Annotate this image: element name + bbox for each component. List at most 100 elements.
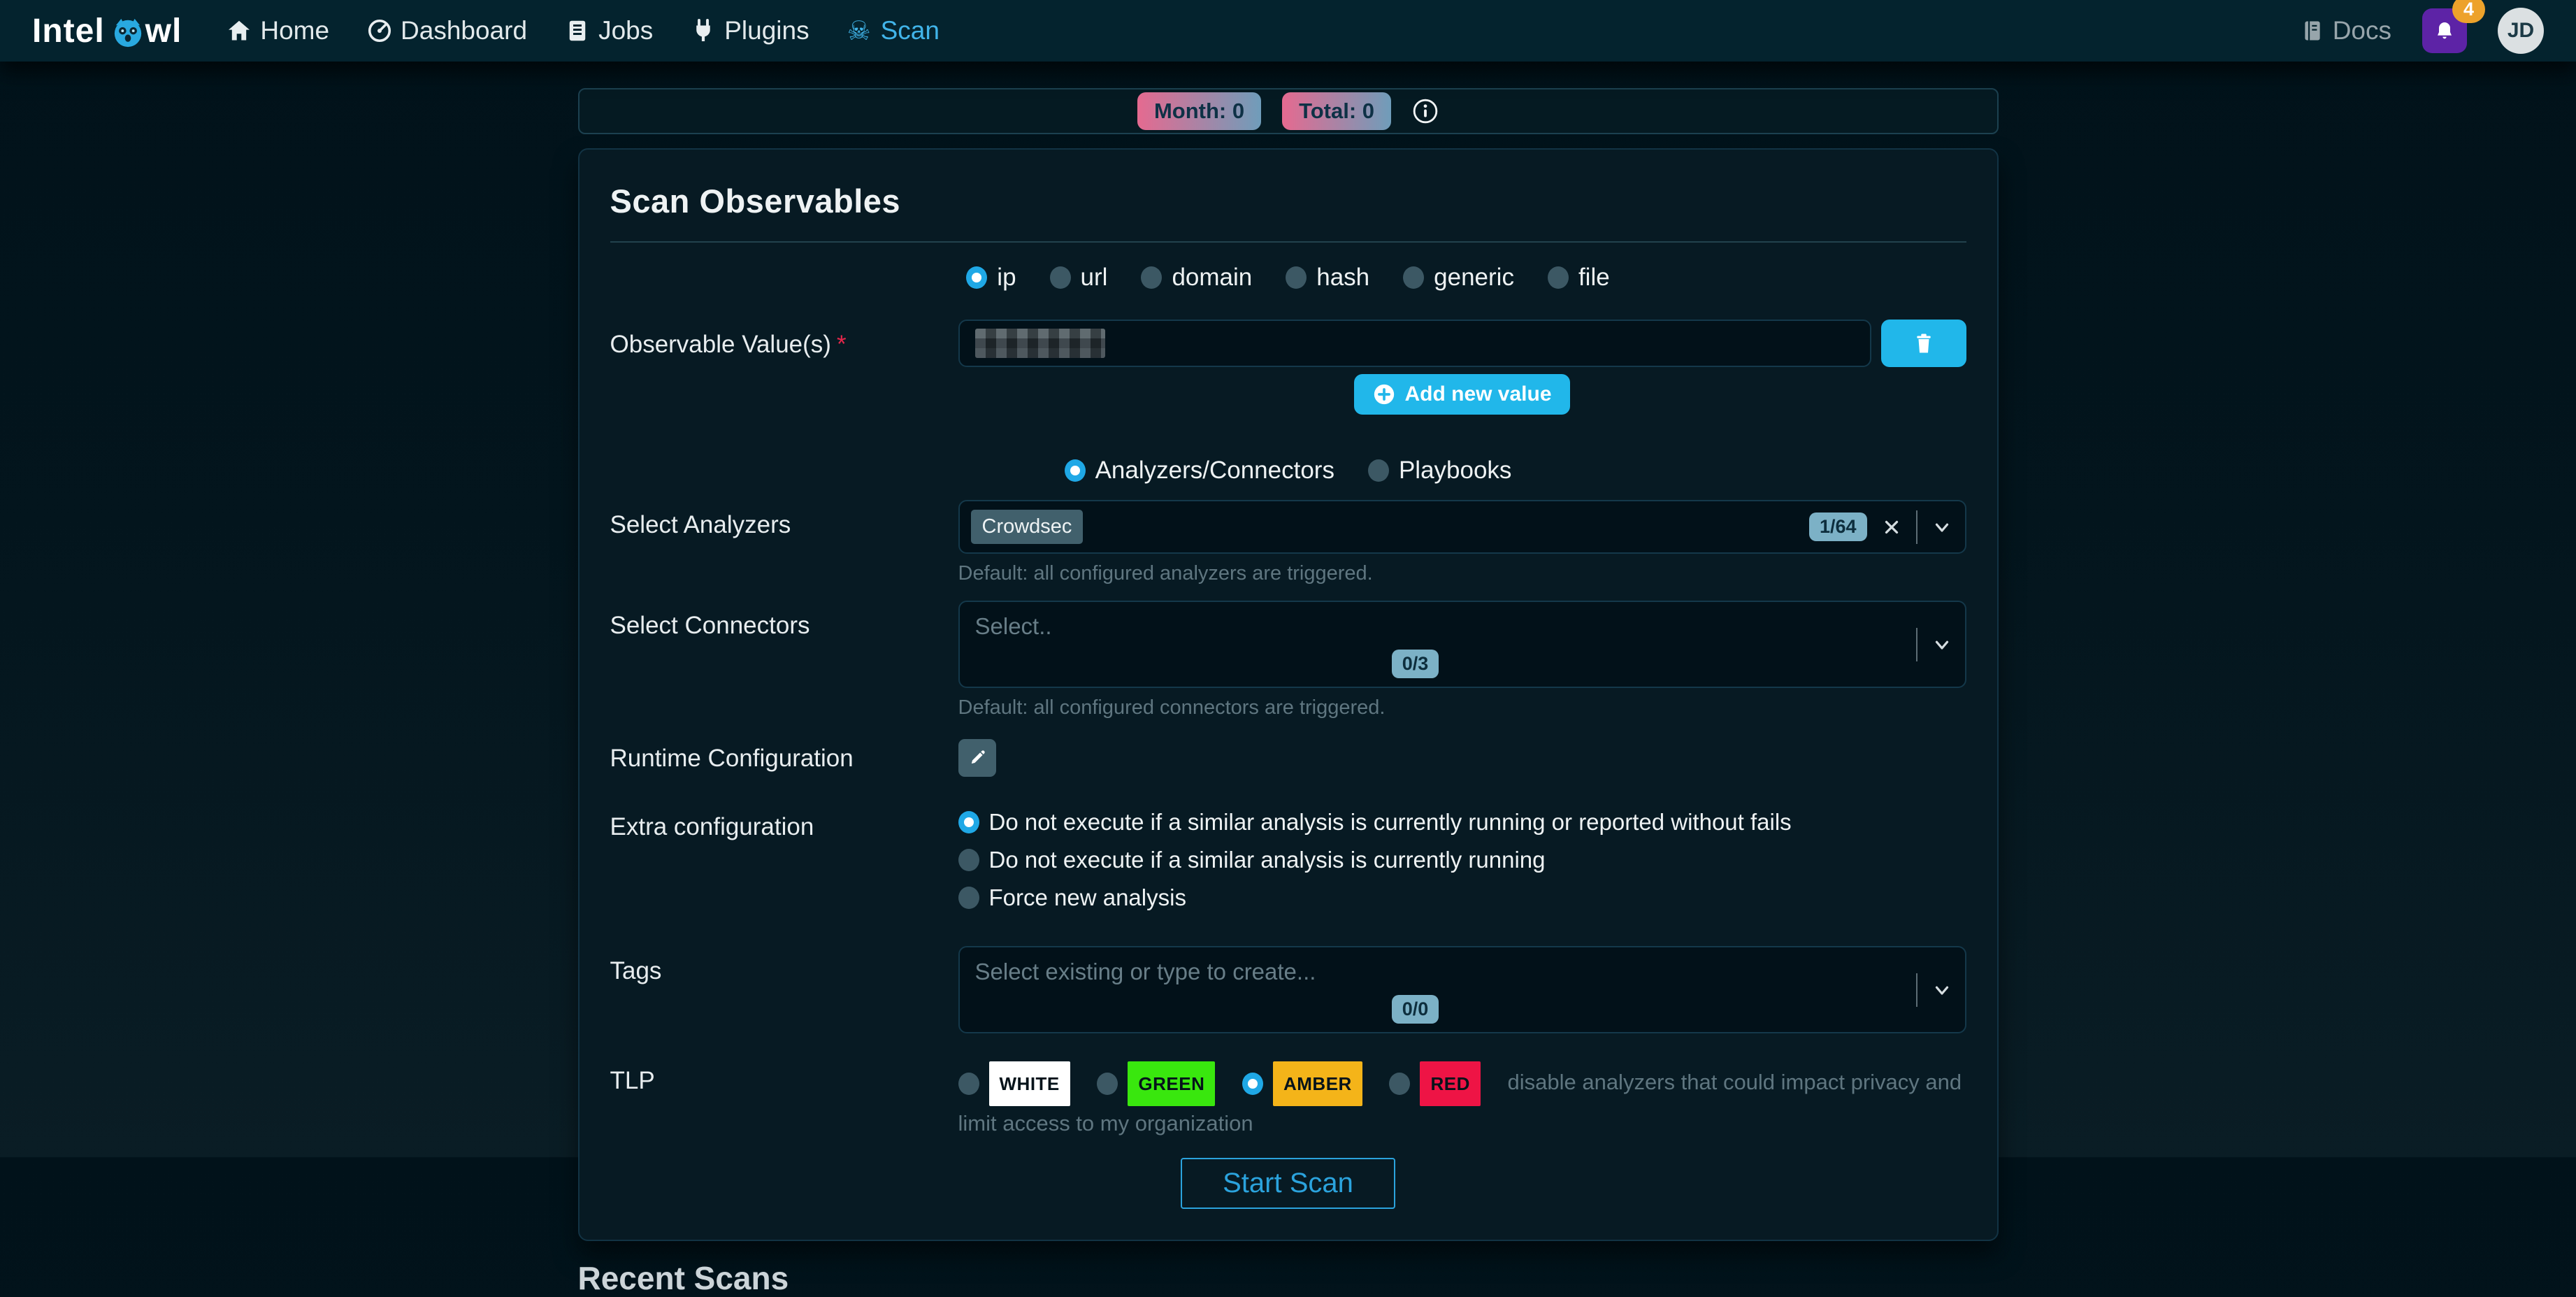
radio-type-hash[interactable]: hash xyxy=(1286,264,1369,292)
trash-icon xyxy=(1911,331,1936,356)
tags-multiselect[interactable]: Select existing or type to create... 0/0 xyxy=(958,946,1966,1033)
radio-type-file[interactable]: file xyxy=(1548,264,1610,292)
notifications-button[interactable]: 4 xyxy=(2422,8,2467,53)
add-new-value-label: Add new value xyxy=(1404,382,1551,406)
analyzers-helper-text: Default: all configured analyzers are tr… xyxy=(958,562,1966,585)
radio-no-exec-running[interactable]: Do not execute if a similar analysis is … xyxy=(958,847,1966,873)
nav-item-jobs[interactable]: Jobs xyxy=(565,16,653,45)
scan-observables-card: Scan Observables ip url domain hash xyxy=(578,148,1999,1241)
select-controls: 1/64 xyxy=(1809,501,1952,552)
nav-label: Plugins xyxy=(724,16,809,45)
nav-item-home[interactable]: Home xyxy=(226,16,329,45)
radio-dot xyxy=(966,266,987,289)
radio-dot xyxy=(1389,1073,1410,1095)
radio-dot xyxy=(1050,266,1071,289)
chevron-down-icon[interactable] xyxy=(1931,980,1952,1001)
radio-analyzers-connectors[interactable]: Analyzers/Connectors xyxy=(1065,457,1334,485)
tlp-option-white[interactable]: WHITE xyxy=(958,1061,1070,1106)
indicator-separator xyxy=(1916,973,1917,1007)
required-marker: * xyxy=(837,331,847,358)
nav-item-dashboard[interactable]: Dashboard xyxy=(367,16,527,45)
home-icon xyxy=(226,18,252,43)
radio-label: Playbooks xyxy=(1399,457,1511,485)
title-divider xyxy=(610,241,1966,243)
radio-playbooks[interactable]: Playbooks xyxy=(1368,457,1511,485)
radio-dot xyxy=(1403,266,1424,289)
runtime-configuration-label: Runtime Configuration xyxy=(610,733,958,773)
tags-count-badge: 0/0 xyxy=(1392,995,1439,1024)
radio-type-url[interactable]: url xyxy=(1050,264,1108,292)
tlp-option-amber[interactable]: AMBER xyxy=(1242,1061,1362,1106)
radio-label: Do not execute if a similar analysis is … xyxy=(989,809,1792,836)
radio-dot xyxy=(1368,459,1389,482)
remove-value-button[interactable] xyxy=(1881,320,1966,367)
selected-analyzer-chip: Crowdsec xyxy=(971,510,1084,544)
nav-label: Scan xyxy=(881,16,940,45)
radio-label: Do not execute if a similar analysis is … xyxy=(989,847,1546,873)
radio-label: generic xyxy=(1434,264,1514,292)
docs-icon xyxy=(2301,19,2324,43)
indicator-separator xyxy=(1916,628,1917,661)
jobs-quota-bar: Month: 0 Total: 0 xyxy=(578,88,1999,134)
radio-type-generic[interactable]: generic xyxy=(1403,264,1514,292)
add-new-value-button[interactable]: Add new value xyxy=(1354,374,1569,415)
extra-configuration-label: Extra configuration xyxy=(610,802,958,841)
connectors-count-badge: 0/3 xyxy=(1392,650,1439,678)
radio-force-new-analysis[interactable]: Force new analysis xyxy=(958,884,1966,911)
radio-dot xyxy=(958,811,979,833)
navbar: Intel wl Home Dashboard xyxy=(0,0,2576,62)
label-text: Observable Value(s) xyxy=(610,331,831,358)
tlp-option-green[interactable]: GREEN xyxy=(1097,1061,1215,1106)
nav-label: Dashboard xyxy=(401,16,527,45)
chevron-down-icon[interactable] xyxy=(1931,517,1952,538)
select-connectors-row: Select Connectors Select.. 0/3 Default: … xyxy=(610,601,1966,719)
nav-item-scan[interactable]: ☠ Scan xyxy=(847,16,940,45)
brand-text-intel: Intel xyxy=(32,12,105,50)
pencil-icon xyxy=(967,748,987,768)
radio-type-domain[interactable]: domain xyxy=(1141,264,1252,292)
brand-text-wl: wl xyxy=(145,12,182,50)
observable-value-input[interactable] xyxy=(958,320,1871,367)
tags-row: Tags Select existing or type to create..… xyxy=(610,946,1966,1033)
observable-values-label: Observable Value(s)* xyxy=(610,320,958,359)
analysis-mode-radios: Analyzers/Connectors Playbooks xyxy=(610,457,1966,485)
analyzers-count-badge: 1/64 xyxy=(1809,513,1867,541)
chevron-down-icon[interactable] xyxy=(1931,634,1952,655)
indicator-separator xyxy=(1916,510,1917,544)
radio-label: ip xyxy=(997,264,1016,292)
start-scan-button[interactable]: Start Scan xyxy=(1181,1158,1395,1209)
bell-icon xyxy=(2433,20,2456,42)
select-controls xyxy=(1916,602,1952,687)
tlp-badge-green: GREEN xyxy=(1128,1061,1215,1106)
clear-selection-icon[interactable] xyxy=(1881,517,1902,538)
radio-label: Force new analysis xyxy=(989,884,1186,911)
tlp-label: TLP xyxy=(610,1056,958,1095)
connectors-placeholder: Select.. xyxy=(971,610,1860,643)
docs-link[interactable]: Docs xyxy=(2301,16,2391,45)
radio-dot xyxy=(1286,266,1307,289)
radio-label: url xyxy=(1081,264,1108,292)
tags-label: Tags xyxy=(610,946,958,985)
avatar[interactable]: JD xyxy=(2498,8,2544,54)
jobs-icon xyxy=(565,18,590,43)
edit-runtime-config-button[interactable] xyxy=(958,739,996,777)
docs-label: Docs xyxy=(2333,16,2391,45)
select-controls xyxy=(1916,947,1952,1032)
radio-type-ip[interactable]: ip xyxy=(966,264,1016,292)
radio-dot xyxy=(1141,266,1162,289)
nav-label: Home xyxy=(260,16,329,45)
analyzers-multiselect[interactable]: Crowdsec 1/64 xyxy=(958,500,1966,554)
runtime-configuration-row: Runtime Configuration xyxy=(610,733,1966,777)
nav-item-plugins[interactable]: Plugins xyxy=(691,16,809,45)
radio-dot xyxy=(1065,459,1086,482)
brand-logo[interactable]: Intel wl xyxy=(32,12,182,50)
radio-no-exec-without-fails[interactable]: Do not execute if a similar analysis is … xyxy=(958,809,1966,836)
redacted-value xyxy=(975,329,1105,358)
connectors-multiselect[interactable]: Select.. 0/3 xyxy=(958,601,1966,688)
info-icon[interactable] xyxy=(1412,98,1439,124)
recent-scans-title: Recent Scans xyxy=(578,1259,1999,1297)
scan-icon: ☠ xyxy=(847,18,872,43)
radio-label: domain xyxy=(1172,264,1252,292)
connectors-helper-text: Default: all configured connectors are t… xyxy=(958,696,1966,719)
tlp-option-red[interactable]: RED xyxy=(1389,1061,1480,1106)
